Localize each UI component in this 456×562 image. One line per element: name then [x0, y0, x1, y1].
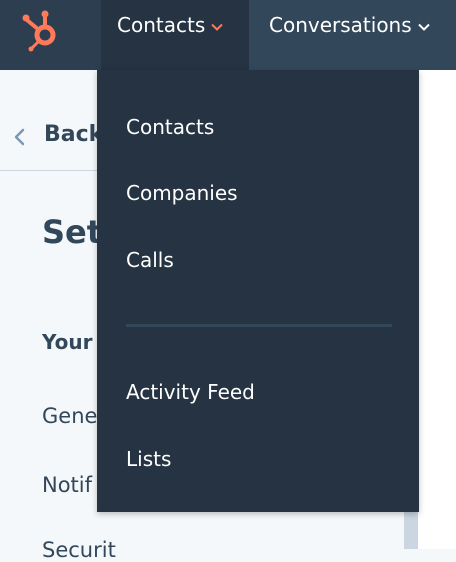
settings-item-general[interactable]: Gene — [42, 404, 97, 428]
settings-item-security[interactable]: Securit — [42, 538, 116, 562]
contacts-dropdown-menu: Contacts Companies Calls Activity Feed L… — [97, 70, 419, 512]
menu-item-contacts[interactable]: Contacts — [126, 115, 214, 139]
menu-item-companies[interactable]: Companies — [126, 181, 238, 205]
scrollbar[interactable] — [404, 512, 418, 549]
hubspot-logo-icon[interactable] — [18, 6, 68, 52]
top-navigation: Contacts Conversations — [0, 0, 456, 70]
settings-item-notifications[interactable]: Notif — [42, 473, 92, 497]
chevron-down-icon — [211, 23, 223, 31]
nav-contacts-label: Contacts — [117, 13, 206, 37]
menu-item-calls[interactable]: Calls — [126, 248, 174, 272]
nav-conversations-label: Conversations — [269, 13, 412, 37]
menu-item-lists[interactable]: Lists — [126, 447, 171, 471]
nav-contacts[interactable]: Contacts — [101, 0, 249, 70]
menu-divider — [126, 324, 392, 327]
menu-item-activity-feed[interactable]: Activity Feed — [126, 380, 255, 404]
page-title: Set — [42, 213, 103, 251]
chevron-left-icon[interactable] — [12, 127, 28, 147]
section-heading: Your — [42, 330, 93, 354]
chevron-down-icon — [417, 23, 430, 31]
back-link[interactable]: Back — [44, 122, 103, 147]
nav-conversations[interactable]: Conversations — [249, 0, 456, 70]
